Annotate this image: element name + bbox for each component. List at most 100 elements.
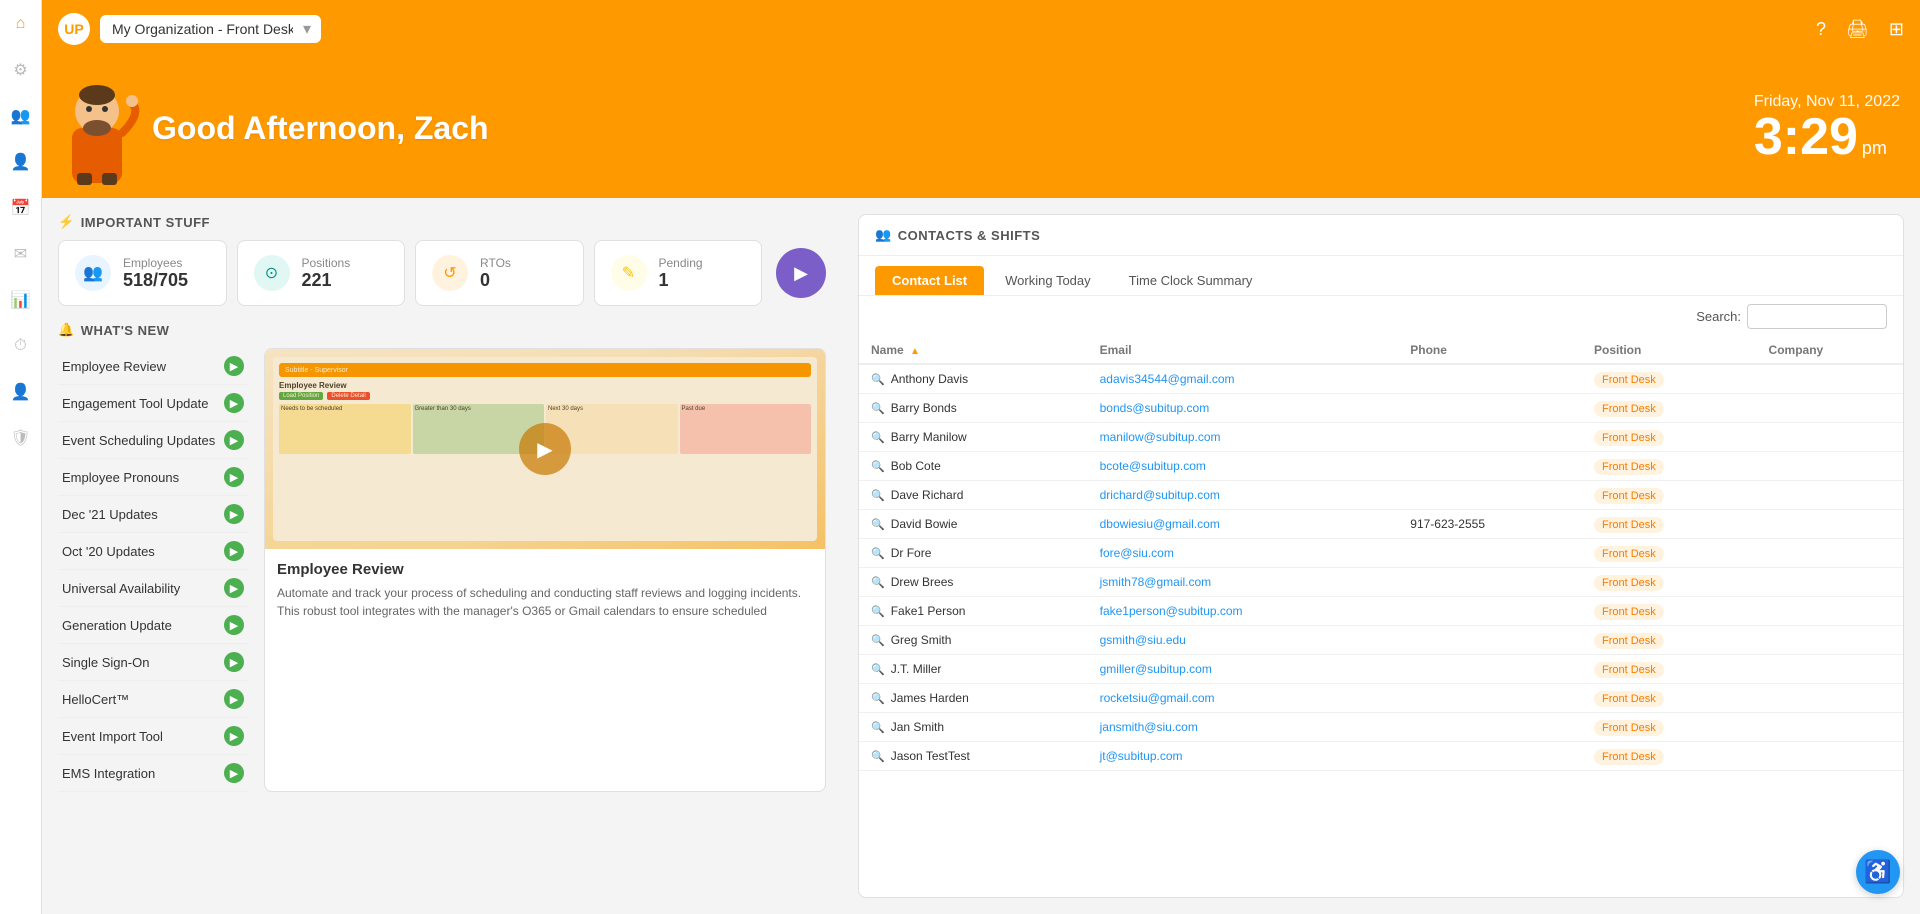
email-link[interactable]: gsmith@siu.edu	[1100, 633, 1186, 647]
email-link[interactable]: fore@siu.com	[1100, 546, 1174, 560]
pending-value: 1	[659, 270, 703, 291]
contacts-tabs: Contact List Working Today Time Clock Su…	[859, 256, 1903, 296]
email-link[interactable]: jt@subitup.com	[1100, 749, 1183, 763]
stat-positions[interactable]: ⊙ Positions 221	[237, 240, 406, 306]
news-item-event-scheduling[interactable]: Event Scheduling Updates ▶	[58, 422, 248, 459]
extra-stat-button[interactable]: ▶	[776, 248, 826, 298]
search-input[interactable]	[1747, 304, 1887, 329]
news-arrow-10: ▶	[224, 726, 244, 746]
sidebar-icon-mail[interactable]: ✉	[7, 240, 35, 268]
email-link[interactable]: drichard@subitup.com	[1100, 488, 1220, 502]
cell-position: Front Desk	[1582, 394, 1757, 423]
important-stuff-title: ⚡ IMPORTANT STUFF	[58, 214, 826, 230]
email-link[interactable]: bcote@subitup.com	[1100, 459, 1206, 473]
sidebar-icon-home[interactable]: ⌂	[7, 10, 35, 38]
grid-icon[interactable]: ⊞	[1889, 19, 1904, 40]
hero-time: Friday, Nov 11, 2022 3:29 pm	[1754, 93, 1900, 163]
sidebar-icon-calendar[interactable]: 📅	[7, 194, 35, 222]
email-link[interactable]: rocketsiu@gmail.com	[1100, 691, 1215, 705]
email-link[interactable]: adavis34544@gmail.com	[1100, 372, 1235, 386]
app-logo[interactable]: UP	[58, 13, 90, 45]
sidebar-icon-clock[interactable]: ⏱	[7, 332, 35, 360]
stat-rtos[interactable]: ↺ RTOs 0	[415, 240, 584, 306]
news-item-oct20[interactable]: Oct '20 Updates ▶	[58, 533, 248, 570]
email-link[interactable]: manilow@subitup.com	[1100, 430, 1221, 444]
news-item-employee-pronouns[interactable]: Employee Pronouns ▶	[58, 459, 248, 496]
name-search-icon: 🔍	[871, 605, 885, 618]
email-link[interactable]: jansmith@siu.com	[1100, 720, 1198, 734]
table-row[interactable]: 🔍 Anthony Davis adavis34544@gmail.com Fr…	[859, 364, 1903, 394]
play-button[interactable]: ▶	[519, 423, 571, 475]
print-icon[interactable]: 🖨	[1846, 19, 1869, 40]
news-item-employee-review[interactable]: Employee Review ▶	[58, 348, 248, 385]
name-search-icon: 🔍	[871, 373, 885, 386]
sidebar-icon-people[interactable]: 👥	[7, 102, 35, 130]
news-item-generation[interactable]: Generation Update ▶	[58, 607, 248, 644]
email-link[interactable]: fake1person@subitup.com	[1100, 604, 1243, 618]
sidebar-icon-groups[interactable]: 👤	[7, 148, 35, 176]
table-row[interactable]: 🔍 David Bowie dbowiesiu@gmail.com 917-62…	[859, 510, 1903, 539]
news-item-hellocert[interactable]: HelloCert™ ▶	[58, 681, 248, 718]
cell-position: Front Desk	[1582, 539, 1757, 568]
help-icon[interactable]: ?	[1816, 19, 1826, 40]
sidebar-icon-shield[interactable]: 🛡	[7, 424, 35, 452]
table-row[interactable]: 🔍 J.T. Miller gmiller@subitup.com Front …	[859, 655, 1903, 684]
col-phone[interactable]: Phone	[1398, 337, 1582, 364]
stat-pending[interactable]: ✎ Pending 1	[594, 240, 763, 306]
news-item-engagement-tool[interactable]: Engagement Tool Update ▶	[58, 385, 248, 422]
col-company[interactable]: Company	[1757, 337, 1903, 364]
sidebar-icon-user[interactable]: 👤	[7, 378, 35, 406]
email-link[interactable]: bonds@subitup.com	[1100, 401, 1210, 415]
col-position[interactable]: Position	[1582, 337, 1757, 364]
table-row[interactable]: 🔍 Drew Brees jsmith78@gmail.com Front De…	[859, 568, 1903, 597]
org-selector-wrapper	[100, 15, 321, 43]
table-row[interactable]: 🔍 Jason TestTest jt@subitup.com Front De…	[859, 742, 1903, 771]
col-name[interactable]: Name ▲	[859, 337, 1088, 364]
tab-time-clock-summary[interactable]: Time Clock Summary	[1112, 266, 1270, 295]
col-email[interactable]: Email	[1088, 337, 1399, 364]
email-link[interactable]: dbowiesiu@gmail.com	[1100, 517, 1220, 531]
cell-company	[1757, 510, 1903, 539]
table-row[interactable]: 🔍 Dr Fore fore@siu.com Front Desk	[859, 539, 1903, 568]
employees-value: 518/705	[123, 270, 188, 291]
table-row[interactable]: 🔍 Greg Smith gsmith@siu.edu Front Desk	[859, 626, 1903, 655]
org-dropdown[interactable]	[100, 15, 321, 43]
table-row[interactable]: 🔍 Barry Manilow manilow@subitup.com Fron…	[859, 423, 1903, 452]
sidebar-icon-chart[interactable]: 📊	[7, 286, 35, 314]
cell-email: manilow@subitup.com	[1088, 423, 1399, 452]
cell-company	[1757, 539, 1903, 568]
tab-contact-list[interactable]: Contact List	[875, 266, 984, 295]
news-item-ems[interactable]: EMS Integration ▶	[58, 755, 248, 792]
accessibility-button[interactable]: ♿	[1856, 850, 1900, 894]
cell-position: Front Desk	[1582, 684, 1757, 713]
email-link[interactable]: jsmith78@gmail.com	[1100, 575, 1212, 589]
table-row[interactable]: 🔍 Fake1 Person fake1person@subitup.com F…	[859, 597, 1903, 626]
left-panel: ⚡ IMPORTANT STUFF 👥 Employees 518/705 ⊙	[42, 198, 842, 914]
news-item-sso[interactable]: Single Sign-On ▶	[58, 644, 248, 681]
news-arrow-1: ▶	[224, 393, 244, 413]
table-row[interactable]: 🔍 Bob Cote bcote@subitup.com Front Desk	[859, 452, 1903, 481]
news-item-universal[interactable]: Universal Availability ▶	[58, 570, 248, 607]
cell-name: 🔍 Jan Smith	[859, 713, 1088, 742]
employees-label: Employees	[123, 256, 188, 270]
table-row[interactable]: 🔍 Dave Richard drichard@subitup.com Fron…	[859, 481, 1903, 510]
bell-icon: 🔔	[58, 322, 75, 338]
table-row[interactable]: 🔍 James Harden rocketsiu@gmail.com Front…	[859, 684, 1903, 713]
cell-position: Front Desk	[1582, 510, 1757, 539]
table-row[interactable]: 🔍 Barry Bonds bonds@subitup.com Front De…	[859, 394, 1903, 423]
cell-name: 🔍 James Harden	[859, 684, 1088, 713]
email-link[interactable]: gmiller@subitup.com	[1100, 662, 1212, 676]
stat-employees[interactable]: 👥 Employees 518/705	[58, 240, 227, 306]
news-arrow-4: ▶	[224, 504, 244, 524]
cell-company	[1757, 597, 1903, 626]
cell-phone	[1398, 539, 1582, 568]
cell-name: 🔍 Dr Fore	[859, 539, 1088, 568]
tab-working-today[interactable]: Working Today	[988, 266, 1108, 295]
sidebar-icon-settings[interactable]: ⚙	[7, 56, 35, 84]
cell-email: dbowiesiu@gmail.com	[1088, 510, 1399, 539]
news-item-dec21[interactable]: Dec '21 Updates ▶	[58, 496, 248, 533]
news-item-event-import[interactable]: Event Import Tool ▶	[58, 718, 248, 755]
cell-phone: 917-623-2555	[1398, 510, 1582, 539]
table-row[interactable]: 🔍 Jan Smith jansmith@siu.com Front Desk	[859, 713, 1903, 742]
news-arrow-11: ▶	[224, 763, 244, 783]
